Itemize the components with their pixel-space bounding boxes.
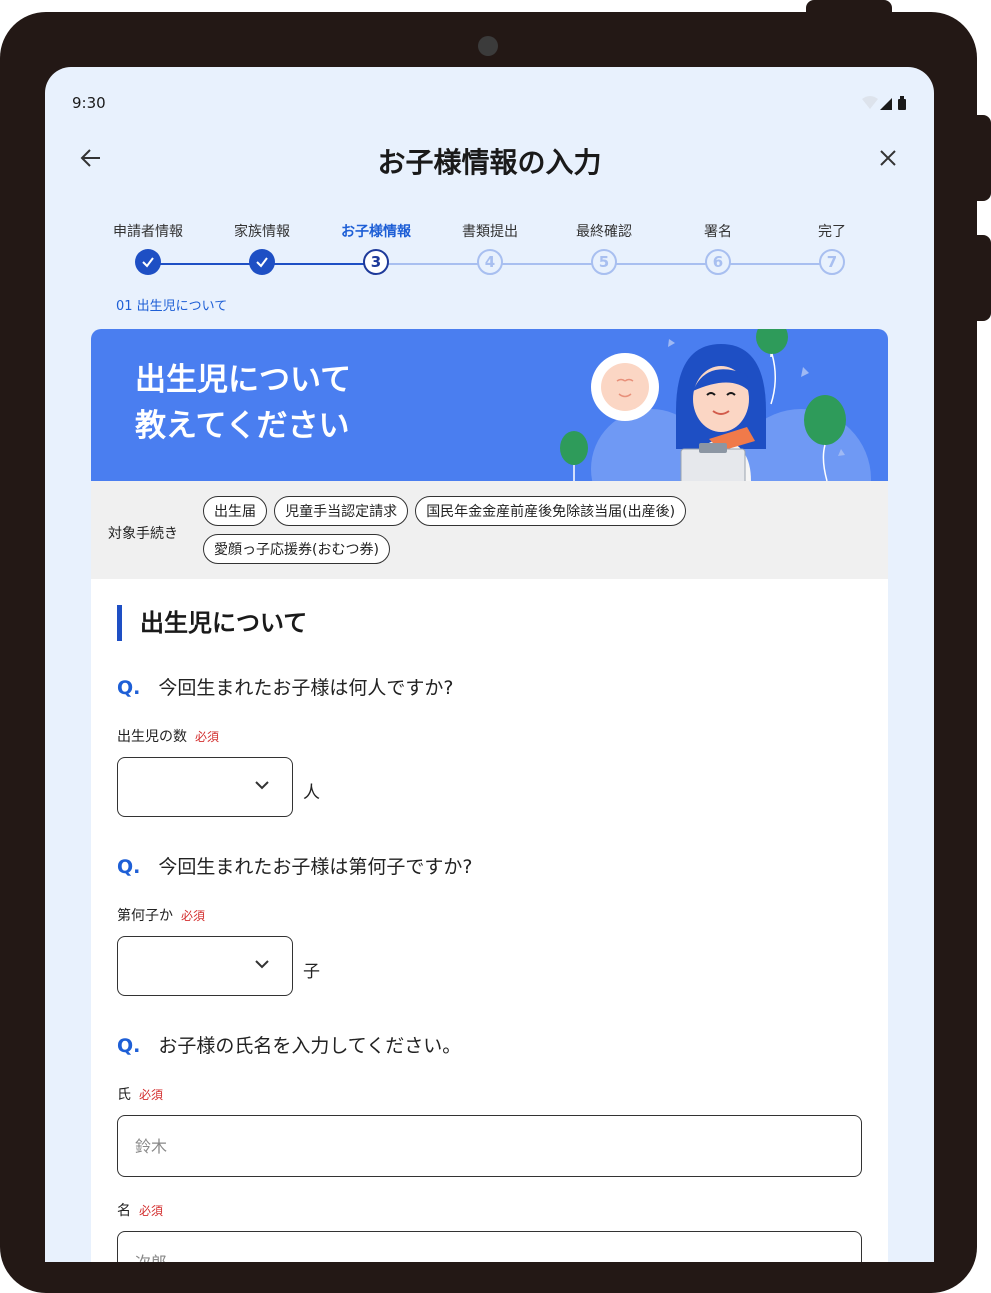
step-4: 書類提出 4: [430, 217, 550, 275]
procedure-chip: 児童手当認定請求: [274, 496, 409, 526]
first-name-input[interactable]: [117, 1231, 862, 1262]
field-label: 出生児の数: [117, 729, 187, 745]
step-label: 書類提出: [462, 224, 518, 240]
child-count-select[interactable]: [117, 757, 293, 817]
step-label: 申請者情報: [113, 224, 183, 240]
last-name-input[interactable]: [117, 1115, 862, 1177]
first-name-label: 名必須: [117, 1200, 163, 1220]
signal-icon: [880, 98, 892, 110]
question-text: 今回生まれたお子様は何人ですか?: [158, 677, 454, 699]
step-label: 家族情報: [234, 224, 290, 240]
required-badge: 必須: [139, 1088, 164, 1102]
procedure-chips: 出生届 児童手当認定請求 国民年金金産前産後免除該当届(出産後) 愛顔っ子応援券…: [203, 496, 843, 572]
field-label: 第何子か: [117, 908, 173, 924]
step-5: 最終確認 5: [544, 217, 664, 275]
wifi-icon: [862, 96, 878, 109]
step-2: 家族情報: [202, 217, 322, 275]
close-icon[interactable]: [874, 144, 902, 172]
required-badge: 必須: [181, 909, 206, 923]
step-1: 申請者情報: [88, 217, 208, 275]
hero-title: 出生児について 教えてください: [135, 357, 351, 449]
section-title: 出生児について: [117, 605, 307, 641]
birth-order-unit: 子: [303, 962, 320, 982]
screen: 9:30 お子様情報の入力 申請者情報 家族情報 お子様情報 3 書類提出 4 …: [45, 67, 934, 1262]
procedure-chip: 出生届: [203, 496, 267, 526]
chevron-down-icon: [255, 781, 269, 790]
procedure-chip: 愛顔っ子応援券(おむつ券): [203, 534, 390, 564]
hero-illustration: [560, 329, 871, 481]
chevron-down-icon: [255, 960, 269, 969]
question-child-name: Q. お子様の氏名を入力してください。: [117, 1031, 461, 1058]
step-label: 署名: [704, 224, 732, 240]
battery-icon: [898, 99, 906, 110]
step-number: 6: [705, 249, 731, 275]
procedures-label: 対象手続き: [108, 526, 178, 542]
child-count-unit: 人: [303, 783, 320, 803]
field-label: 氏: [117, 1087, 131, 1103]
step-number: 5: [591, 249, 617, 275]
question-child-count: Q. 今回生まれたお子様は何人ですか?: [117, 673, 453, 700]
child-count-label: 出生児の数 必須: [117, 726, 219, 746]
last-name-label: 氏必須: [117, 1084, 163, 1104]
status-bar: 9:30: [45, 67, 934, 127]
hero-title-line1: 出生児について: [135, 362, 352, 398]
check-icon: [249, 249, 275, 275]
hero-banner: 出生児について 教えてください: [91, 329, 888, 481]
step-7: 完了 7: [772, 217, 892, 275]
step-label: お子様情報: [341, 224, 411, 240]
form-card: 出生児について 教えてください 対象手続き 出生届 児童手当認定請求 国民年金金…: [91, 329, 888, 1262]
hero-title-line2: 教えてください: [135, 408, 350, 444]
question-birth-order: Q. 今回生まれたお子様は第何子ですか?: [117, 852, 472, 879]
app-bar: お子様情報の入力: [45, 129, 934, 193]
status-time: 9:30: [72, 94, 106, 112]
step-label: 完了: [818, 224, 846, 240]
check-icon: [135, 249, 161, 275]
procedure-chip: 国民年金金産前産後免除該当届(出産後): [415, 496, 687, 526]
required-badge: 必須: [139, 1204, 164, 1218]
field-label: 名: [117, 1203, 131, 1219]
question-text: お子様の氏名を入力してください。: [158, 1035, 462, 1057]
front-camera: [478, 36, 498, 56]
substep-label: 01 出生児について: [116, 299, 228, 314]
page-title: お子様情報の入力: [377, 146, 602, 179]
step-number: 3: [363, 249, 389, 275]
birth-order-label: 第何子か 必須: [117, 905, 205, 925]
question-mark: Q.: [117, 856, 141, 878]
step-label: 最終確認: [576, 224, 632, 240]
step-number: 4: [477, 249, 503, 275]
tablet-frame: 9:30 お子様情報の入力 申請者情報 家族情報 お子様情報 3 書類提出 4 …: [0, 12, 977, 1293]
question-mark: Q.: [117, 677, 141, 699]
step-number: 7: [819, 249, 845, 275]
target-procedures: 対象手続き 出生届 児童手当認定請求 国民年金金産前産後免除該当届(出産後) 愛…: [91, 481, 888, 579]
question-mark: Q.: [117, 1035, 141, 1057]
step-3: お子様情報 3: [316, 217, 436, 275]
status-icons: [860, 95, 910, 115]
step-6: 署名 6: [658, 217, 778, 275]
required-badge: 必須: [195, 730, 220, 744]
birth-order-select[interactable]: [117, 936, 293, 996]
clipboard-icon: [680, 448, 746, 481]
question-text: 今回生まれたお子様は第何子ですか?: [158, 856, 473, 878]
